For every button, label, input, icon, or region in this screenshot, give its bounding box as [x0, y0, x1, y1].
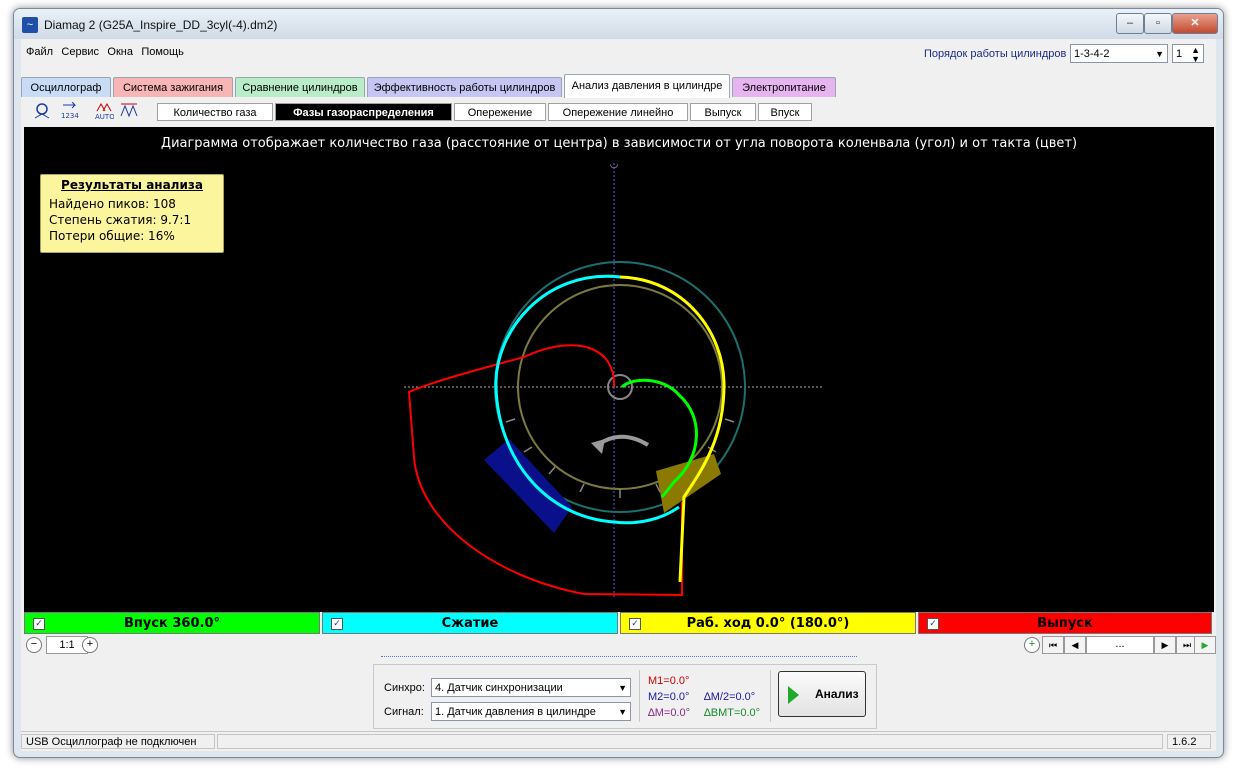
legend-exhaust-label: Выпуск [1037, 616, 1093, 631]
top-marker-icon: ◡ [610, 159, 619, 170]
counter-1234-icon[interactable]: 1234 [58, 101, 80, 122]
status-empty [217, 734, 1163, 749]
status-version: 1.6.2 [1167, 734, 1211, 749]
add-icon[interactable]: + [1024, 637, 1040, 653]
tab-pressure-analysis[interactable]: Анализ давления в цилиндре [564, 74, 730, 98]
analyze-label: Анализ [815, 687, 859, 701]
analysis-control-panel: Синхро: 4. Датчик синхронизации ▼ Сигнал… [373, 664, 877, 729]
marker-m2: M2=0.0° [648, 691, 690, 703]
work-curve [619, 275, 726, 583]
subtab-advance[interactable]: Опережение [454, 103, 546, 121]
app-icon: ~ [22, 17, 38, 33]
minimize-button[interactable]: – [1116, 13, 1144, 34]
status-bar: USB Осциллограф не подключен 1.6.2 [21, 731, 1216, 751]
waveform-icon[interactable] [119, 102, 141, 122]
cylinder-order-label: Порядок работы цилиндров [924, 48, 1067, 60]
subtab-valve-timing[interactable]: Фазы газораспределения [275, 103, 452, 121]
status-connection: USB Осциллограф не подключен [21, 734, 215, 749]
results-title: Результаты анализа [61, 178, 203, 192]
exhaust-curve [407, 344, 683, 597]
auto-icon[interactable]: AUTO [93, 102, 115, 122]
zoom-out-icon[interactable]: − [26, 637, 42, 653]
chevron-down-icon: ▼ [1155, 49, 1164, 59]
checkbox-checked-icon[interactable]: ✓ [33, 618, 45, 630]
signal-value: 1. Датчик давления в цилиндре [435, 706, 596, 718]
divider [639, 670, 640, 722]
sync-label: Синхро: [384, 682, 425, 694]
play-icon[interactable]: ▶ [1194, 636, 1216, 654]
signal-select[interactable]: 1. Датчик давления в цилиндре ▼ [431, 702, 631, 721]
menu-windows[interactable]: Окна [107, 46, 133, 58]
legend-work[interactable]: ✓ Раб. ход 0.0° (180.0°) [620, 612, 916, 634]
next-frame-icon[interactable]: ▶ [1154, 636, 1176, 654]
network-icon[interactable] [31, 102, 53, 122]
marker-m1: M1=0.0° [648, 675, 690, 687]
signal-label: Сигнал: [384, 706, 424, 718]
tab-power-supply[interactable]: Электропитание [732, 77, 836, 97]
prev-frame-icon[interactable]: ◀ [1064, 636, 1086, 654]
analyze-button[interactable]: Анализ [778, 671, 866, 717]
app-window: ~ Diamag 2 (G25A_Inspire_DD_3cyl(-4).dm2… [13, 8, 1224, 758]
toolbar: 1234 AUTO Количество газа Фазы газораспр… [21, 99, 1216, 125]
rotation-arrow-icon [597, 434, 650, 447]
title-bar[interactable]: ~ Diamag 2 (G25A_Inspire_DD_3cyl(-4).dm2… [14, 9, 1223, 39]
tab-cylinder-compare[interactable]: Сравнение цилиндров [235, 77, 365, 97]
intake-sector [484, 439, 572, 533]
checkbox-checked-icon[interactable]: ✓ [331, 618, 343, 630]
marker-dm2: ∆M/2=0.0° [704, 691, 756, 703]
menu-file[interactable]: Файл [26, 46, 53, 58]
legend-intake[interactable]: ✓ Впуск 360.0° [24, 612, 320, 634]
stroke-legend: ✓ Впуск 360.0° ✓ Сжатие ✓ Раб. ход 0.0° … [24, 612, 1214, 635]
legend-work-label: Раб. ход 0.0° (180.0°) [686, 616, 850, 631]
polar-diagram[interactable]: Диаграмма отображает количество газа (ра… [24, 127, 1214, 612]
subtab-exhaust[interactable]: Выпуск [690, 103, 756, 121]
chevron-down-icon: ▼ [618, 707, 627, 717]
svg-text:1234: 1234 [61, 112, 79, 120]
zoom-in-icon[interactable]: + [82, 637, 98, 653]
rotation-arrowhead-icon [591, 439, 605, 454]
panel-splitter[interactable] [381, 656, 857, 663]
maximize-button[interactable]: ▫ [1144, 13, 1172, 34]
legend-exhaust[interactable]: ✓ Выпуск [918, 612, 1212, 634]
divider [770, 670, 771, 722]
subtab-gas-quantity[interactable]: Количество газа [157, 103, 273, 121]
tab-oscilloscope[interactable]: Осциллограф [21, 77, 111, 97]
cylinder-number-value: 1 [1176, 48, 1183, 60]
sync-value: 4. Датчик синхронизации [435, 682, 563, 694]
chevron-down-icon: ▼ [618, 683, 627, 693]
subtab-intake[interactable]: Впуск [758, 103, 812, 121]
subtab-advance-linear[interactable]: Опережение линейно [548, 103, 688, 121]
legend-intake-label: Впуск 360.0° [123, 616, 221, 631]
legend-compression[interactable]: ✓ Сжатие [322, 612, 618, 634]
first-frame-icon[interactable]: ⏮ [1042, 636, 1064, 654]
window-title: Diamag 2 (G25A_Inspire_DD_3cyl(-4).dm2) [44, 18, 278, 32]
frame-indicator[interactable]: ... [1086, 636, 1154, 654]
menu-bar: Файл Сервис Окна Помощь [21, 44, 184, 62]
results-losses: Потери общие: 16% [49, 229, 175, 243]
legend-compression-label: Сжатие [441, 616, 499, 631]
zoom-bar: − 1:1 + + ⏮ ◀ ... ▶ ⏭ ▶ [24, 636, 1216, 654]
cylinder-number-spinner[interactable]: 1 ▲ ▼ [1172, 44, 1204, 64]
play-icon [788, 686, 799, 704]
checkbox-checked-icon[interactable]: ✓ [927, 618, 939, 630]
client-area: Файл Сервис Окна Помощь Порядок работы ц… [21, 39, 1216, 751]
tab-ignition[interactable]: Система зажигания [113, 77, 233, 97]
results-compression: Степень сжатия: 9.7:1 [49, 213, 192, 227]
sync-select[interactable]: 4. Датчик синхронизации ▼ [431, 678, 631, 697]
close-button[interactable]: ✕ [1172, 13, 1218, 34]
cylinder-order-value: 1-3-4-2 [1074, 48, 1110, 60]
results-peaks: Найдено пиков: 108 [49, 197, 176, 211]
menu-service[interactable]: Сервис [61, 46, 99, 58]
marker-dm: ∆M=0.0° [648, 707, 691, 719]
checkbox-checked-icon[interactable]: ✓ [629, 618, 641, 630]
marker-dbmt: ∆BMT=0.0° [704, 707, 761, 719]
tab-cylinder-efficiency[interactable]: Эффективность работы цилиндров [367, 77, 562, 97]
svg-text:AUTO: AUTO [95, 113, 114, 120]
spin-arrows-icon: ▲ ▼ [1191, 45, 1200, 64]
cylinder-order-select[interactable]: 1-3-4-2 ▼ [1070, 44, 1168, 63]
analysis-results-panel: Результаты анализа Найдено пиков: 108 Ст… [40, 174, 224, 253]
menu-help[interactable]: Помощь [141, 46, 184, 58]
